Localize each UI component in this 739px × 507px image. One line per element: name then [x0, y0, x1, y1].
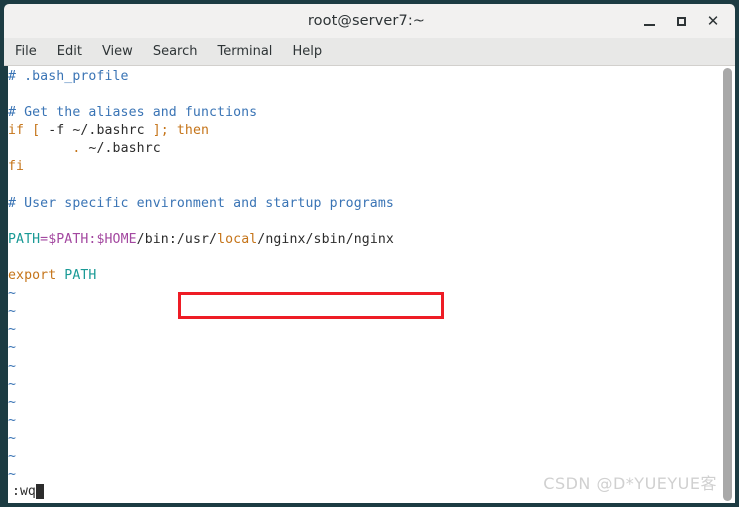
vim-line: # Get the aliases and functions	[8, 104, 720, 122]
vim-line	[8, 249, 720, 267]
vim-line: ~	[8, 303, 720, 321]
vim-text-segment: # User specific environment and startup …	[8, 195, 394, 211]
vim-text-segment: $HOME	[96, 231, 137, 247]
vim-status-line: :wq	[12, 484, 44, 499]
vim-text-segment: ~	[8, 376, 17, 392]
vim-text-segment: ~	[8, 322, 17, 338]
vim-text-segment: ~	[8, 394, 17, 410]
vim-text-segment: ]	[152, 123, 161, 139]
vim-text-segment: ~	[8, 448, 17, 464]
vim-text-segment: # Get the aliases and functions	[8, 105, 258, 121]
vim-line: if [ -f ~/.bashrc ]; then	[8, 122, 720, 140]
scrollbar-track[interactable]	[720, 66, 735, 503]
vim-text-segment: ~	[8, 430, 17, 446]
window-title: root@server7:~	[307, 13, 426, 29]
vim-line: ~	[8, 358, 720, 376]
vim-text-segment: local	[217, 231, 258, 247]
vim-line: . ~/.bashrc	[8, 140, 720, 158]
vim-text-segment: ~	[8, 467, 17, 483]
vim-line: ~	[8, 448, 720, 466]
vim-command-text: :wq	[12, 484, 36, 499]
vim-line: ~	[8, 285, 720, 303]
vim-text-segment: if	[8, 123, 25, 139]
vim-line	[8, 213, 720, 231]
vim-text-segment: PATH	[8, 231, 41, 247]
vim-line: ~	[8, 321, 720, 339]
vim-text-segment: ~	[8, 340, 17, 356]
vim-text-segment: -f ~/.bashrc	[40, 123, 153, 139]
menu-item-edit[interactable]: Edit	[48, 41, 91, 62]
vim-line: ~	[8, 412, 720, 430]
vim-text-segment: ~/.bashrc	[80, 141, 161, 157]
vim-text-segment: =	[40, 231, 49, 247]
vim-text-segment: /nginx/sbin/nginx	[257, 231, 394, 247]
vim-line: # .bash_profile	[8, 68, 720, 86]
vim-text-segment: $PATH	[48, 231, 89, 247]
vim-text-segment: ;	[160, 123, 169, 139]
menu-item-terminal[interactable]: Terminal	[208, 41, 281, 62]
vim-line: export PATH	[8, 267, 720, 285]
vim-text-segment: /bin:/usr/	[136, 231, 218, 247]
vim-text-segment: fi	[8, 159, 25, 175]
vim-text-segment: ~	[8, 304, 17, 320]
menubar: File Edit View Search Terminal Help	[4, 38, 735, 66]
vim-line: ~	[8, 339, 720, 357]
terminal-viewport[interactable]: # .bash_profile # Get the aliases and fu…	[4, 66, 735, 503]
vim-line: ~	[8, 376, 720, 394]
vim-text-segment: # .bash_profile	[8, 69, 129, 84]
maximize-icon	[676, 16, 686, 26]
window-controls: ✕	[633, 6, 735, 36]
menu-item-help[interactable]: Help	[283, 41, 331, 62]
terminal-window: root@server7:~ ✕ File Edit View Search T…	[0, 0, 739, 507]
vim-text-segment: ~	[8, 286, 17, 302]
vim-text-segment: ~	[8, 412, 17, 428]
vim-line: ~	[8, 430, 720, 448]
vim-line	[8, 177, 720, 195]
vim-line: ~	[8, 394, 720, 412]
window-titlebar[interactable]: root@server7:~ ✕	[4, 4, 735, 38]
vim-text-segment: export	[8, 268, 57, 284]
scrollbar-thumb[interactable]	[723, 68, 732, 501]
vim-text-segment: then	[176, 123, 210, 139]
vim-line: fi	[8, 158, 720, 176]
vim-line: PATH=$PATH:$HOME/bin:/usr/local/nginx/sb…	[8, 231, 720, 249]
vim-text-segment	[8, 141, 72, 156]
text-cursor	[35, 484, 44, 499]
vim-buffer[interactable]: # .bash_profile # Get the aliases and fu…	[8, 66, 720, 503]
vim-line: # User specific environment and startup …	[8, 195, 720, 213]
menu-item-view[interactable]: View	[93, 41, 142, 62]
minimize-icon	[643, 24, 655, 26]
vim-text-segment	[169, 123, 177, 138]
vim-text-segment: ~	[8, 358, 17, 374]
menu-item-search[interactable]: Search	[144, 41, 207, 62]
vim-text-segment	[24, 123, 32, 138]
vim-line	[8, 86, 720, 104]
vim-text-segment: [	[32, 123, 41, 139]
csdn-watermark: CSDN @D*YUEYUE客	[543, 474, 717, 493]
close-button[interactable]: ✕	[697, 6, 729, 36]
vim-text-segment: PATH	[64, 268, 97, 284]
menu-item-file[interactable]: File	[6, 41, 46, 62]
maximize-button[interactable]	[665, 6, 697, 36]
close-icon: ✕	[706, 11, 720, 30]
minimize-button[interactable]	[633, 6, 665, 36]
